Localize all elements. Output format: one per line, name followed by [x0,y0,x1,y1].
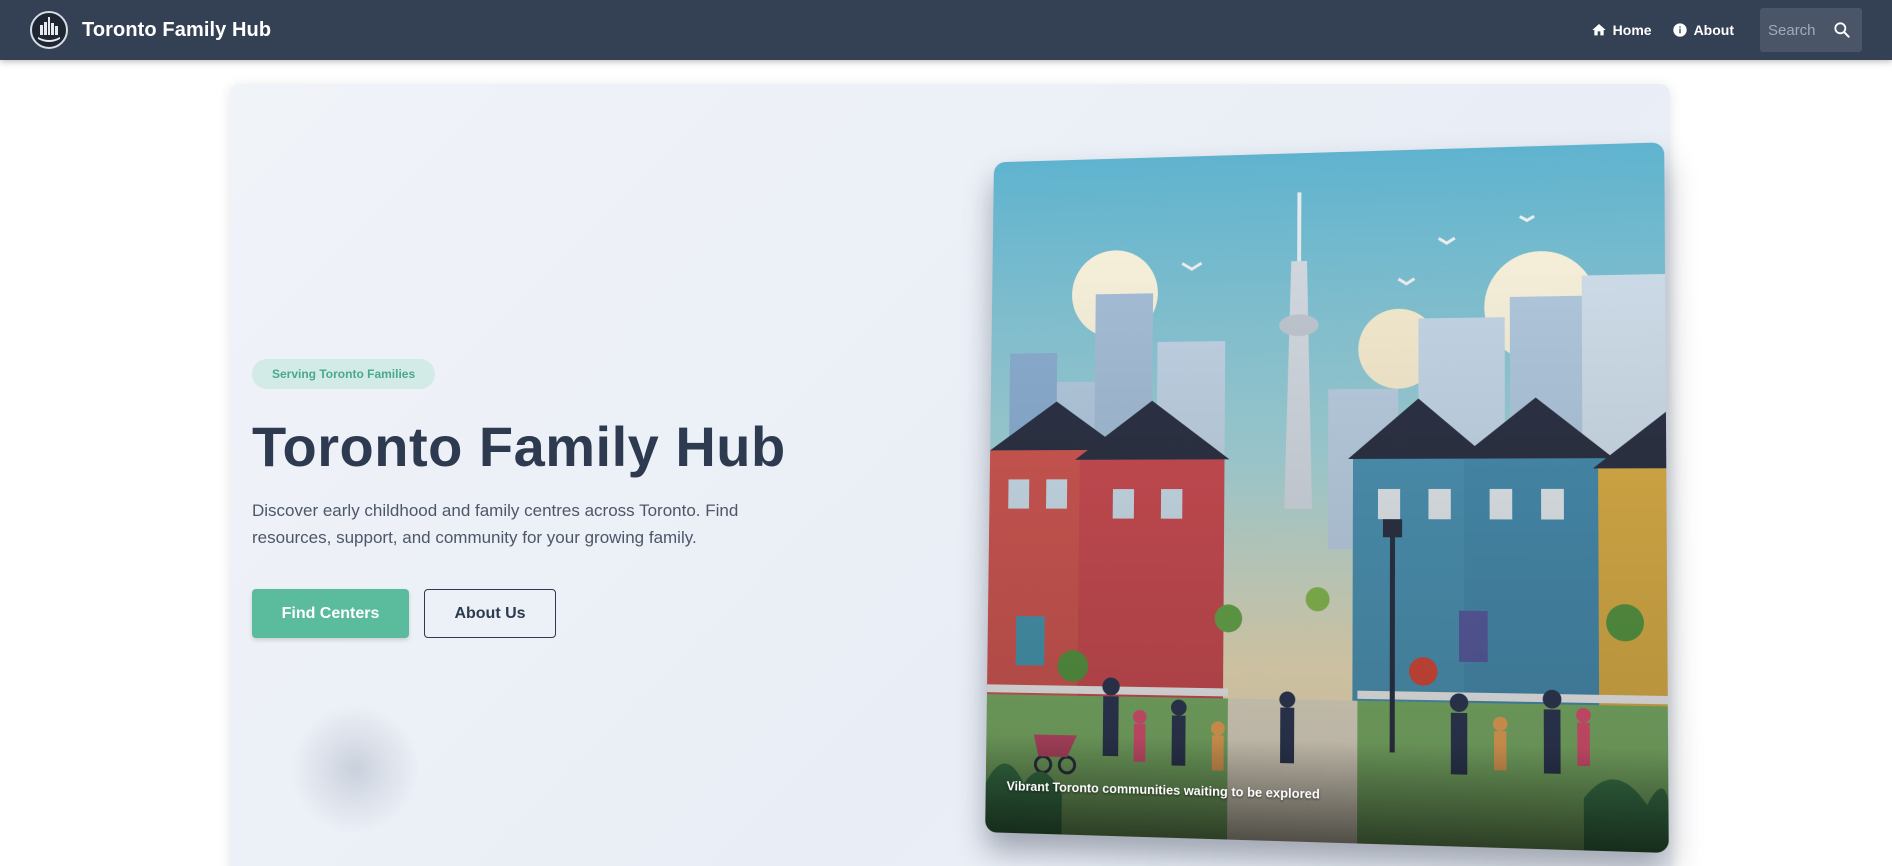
brand-title[interactable]: Toronto Family Hub [82,19,271,42]
search-input[interactable] [1768,21,1828,39]
brand-logo[interactable] [30,11,68,49]
search-icon [1834,22,1850,38]
hero-section: Serving Toronto Families Toronto Family … [230,84,1670,866]
search-box [1760,8,1862,52]
hero-badge: Serving Toronto Families [252,359,436,389]
toronto-illustration [985,142,1669,854]
nav-link-about[interactable]: About [1672,22,1734,38]
hero-description: Discover early childhood and family cent… [252,501,739,547]
nav-links: Home About [1571,8,1862,52]
nav-link-home-label: Home [1612,22,1652,38]
nav-link-home[interactable]: Home [1591,22,1652,38]
hero-title: Toronto Family Hub [252,415,786,478]
nav-link-about-label: About [1693,22,1734,38]
brand[interactable]: Toronto Family Hub [30,11,271,49]
about-us-button[interactable]: About Us [424,589,556,638]
find-centers-button[interactable]: Find Centers [252,589,409,638]
home-icon [1591,24,1606,36]
decorative-blob [290,704,420,834]
hero-image-card: Vibrant Toronto communities waiting to b… [985,142,1669,854]
info-icon [1672,23,1687,37]
top-navbar: Toronto Family Hub Home About [0,0,1892,60]
search-button[interactable] [1832,20,1852,40]
